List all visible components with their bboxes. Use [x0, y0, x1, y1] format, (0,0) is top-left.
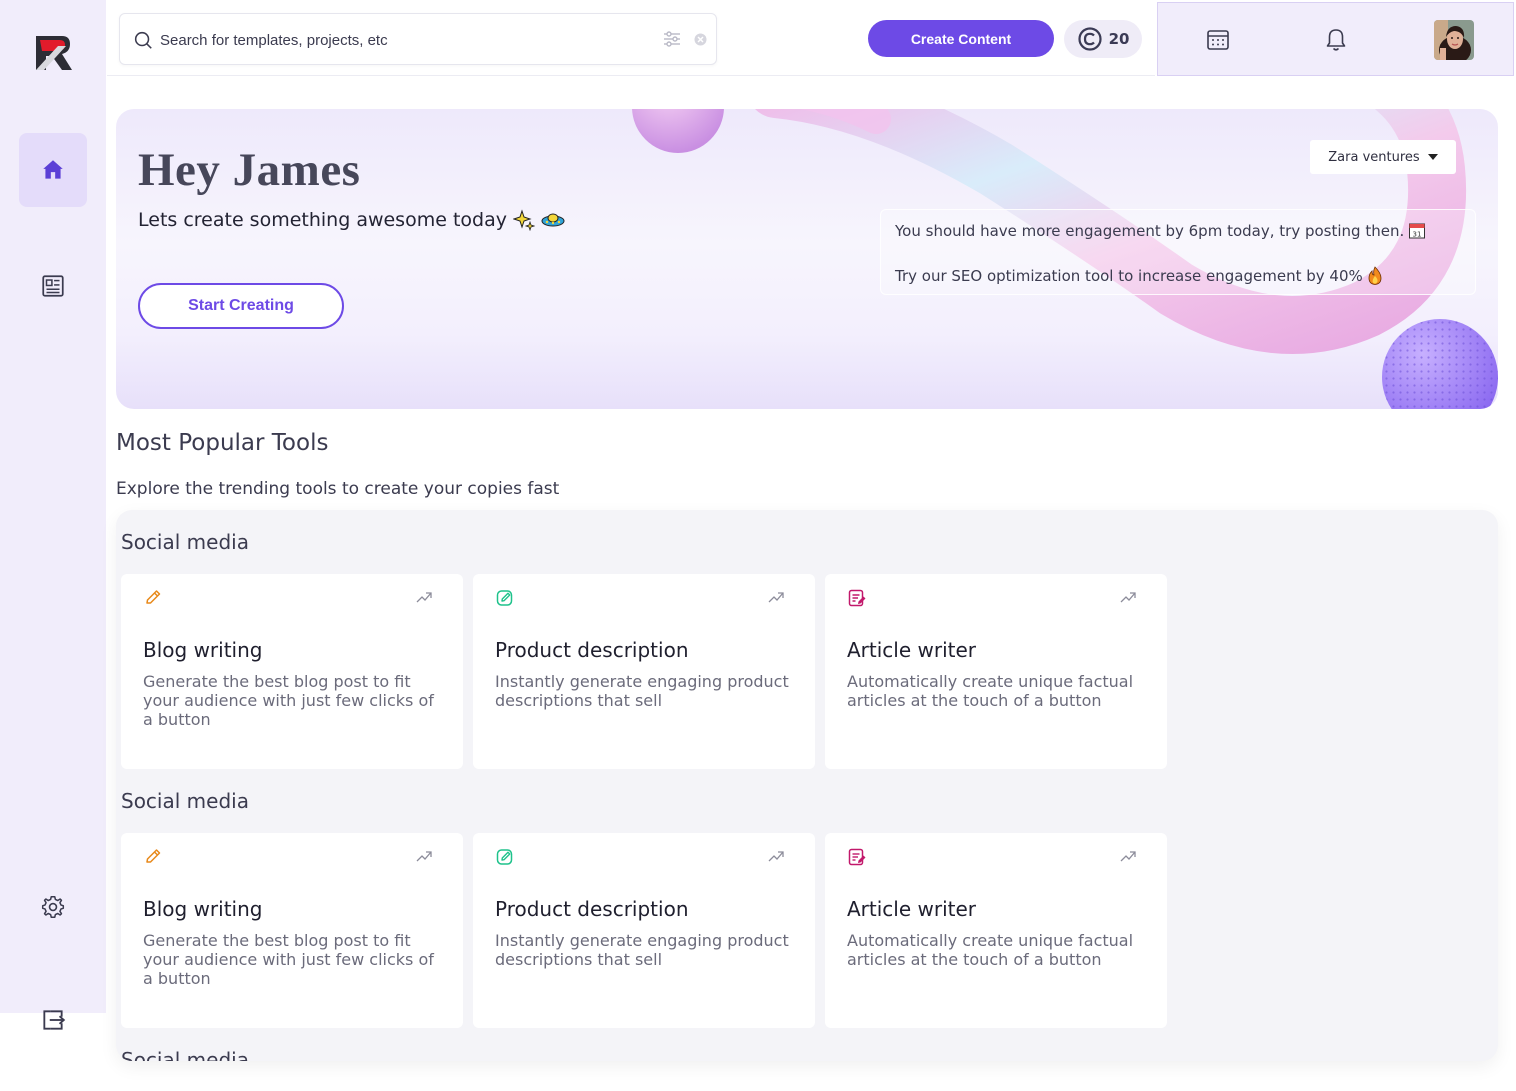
- home-icon: [43, 160, 63, 179]
- tool-card-product-description[interactable]: Product description Instantly generate e…: [473, 833, 815, 1028]
- avatar[interactable]: [1434, 20, 1474, 60]
- tool-card-blog-writing[interactable]: Blog writing Generate the best blog post…: [121, 574, 463, 769]
- edit-square-icon: [496, 849, 513, 865]
- credits-badge[interactable]: 20: [1064, 20, 1142, 58]
- tool-card-product-description[interactable]: Product description Instantly generate e…: [473, 574, 815, 769]
- ufo-icon: [541, 213, 565, 227]
- card-title: Product description: [495, 897, 689, 921]
- gear-icon: [41, 895, 65, 919]
- logout-button[interactable]: [19, 983, 87, 1057]
- document-edit-icon: [848, 589, 866, 607]
- copyright-icon: [1077, 27, 1102, 51]
- fire-icon: [1368, 266, 1382, 285]
- pencil-icon: [146, 590, 161, 604]
- app-logo[interactable]: [32, 32, 74, 74]
- section-subtitle: Explore the trending tools to create you…: [116, 479, 560, 499]
- edit-square-icon: [496, 590, 513, 606]
- workspace-selector[interactable]: Zara ventures: [1310, 140, 1456, 174]
- tool-card-blog-writing[interactable]: Blog writing Generate the best blog post…: [121, 833, 463, 1028]
- logout-icon: [43, 1010, 66, 1030]
- tool-card-article-writer[interactable]: Article writer Automatically create uniq…: [825, 574, 1167, 769]
- tip-text: You should have more engagement by 6pm t…: [895, 222, 1405, 240]
- nav-settings[interactable]: [19, 870, 87, 944]
- clear-icon[interactable]: [694, 33, 707, 46]
- category-title: Social media: [121, 530, 249, 554]
- tip-item: You should have more engagement by 6pm t…: [895, 222, 1426, 240]
- create-content-button[interactable]: Create Content: [868, 20, 1054, 57]
- newspaper-icon: [42, 275, 64, 297]
- pencil-icon: [146, 849, 161, 863]
- category-title: Social media: [121, 789, 249, 813]
- credits-count: 20: [1108, 30, 1130, 48]
- tools-panel: Social media Blog writing Generate the b…: [116, 510, 1498, 1061]
- search-input[interactable]: [160, 28, 640, 52]
- calendar-icon[interactable]: [1205, 27, 1231, 53]
- trending-up-icon: [416, 592, 432, 603]
- svg-text:31: 31: [1413, 231, 1422, 239]
- search-icon: [134, 31, 152, 49]
- hero-banner: Hey James Lets create something awesome …: [116, 109, 1498, 409]
- top-right-actions: [1157, 2, 1514, 76]
- search-box: [119, 13, 717, 65]
- tool-card-article-writer[interactable]: Article writer Automatically create uniq…: [825, 833, 1167, 1028]
- start-creating-button[interactable]: Start Creating: [138, 283, 344, 329]
- card-description: Generate the best blog post to fit your …: [143, 931, 434, 988]
- card-title: Blog writing: [143, 897, 263, 921]
- tip-item: Try our SEO optimization tool to increas…: [895, 266, 1383, 286]
- section-title: Most Popular Tools: [116, 430, 329, 456]
- card-title: Blog writing: [143, 638, 263, 662]
- bell-icon[interactable]: [1323, 27, 1349, 53]
- hero-subtitle-text: Lets create something awesome today: [138, 209, 507, 231]
- workspace-name: Zara ventures: [1328, 149, 1420, 165]
- hero-subtitle: Lets create something awesome today: [138, 209, 565, 231]
- card-title: Article writer: [847, 638, 977, 662]
- trending-up-icon: [1120, 592, 1136, 603]
- calendar-emoji-icon: 31: [1409, 223, 1426, 239]
- trending-up-icon: [768, 592, 784, 603]
- tip-text: Try our SEO optimization tool to increas…: [895, 267, 1363, 285]
- trending-up-icon: [768, 851, 784, 862]
- document-edit-icon: [848, 848, 866, 866]
- caret-down-icon: [1427, 154, 1438, 160]
- nav-templates[interactable]: [19, 249, 87, 323]
- sidebar: [0, 0, 106, 1013]
- card-title: Product description: [495, 638, 689, 662]
- category-title: Social media: [121, 1048, 249, 1061]
- nav-home[interactable]: [19, 133, 87, 207]
- trending-up-icon: [416, 851, 432, 862]
- card-description: Automatically create unique factual arti…: [847, 672, 1134, 710]
- card-description: Instantly generate engaging product desc…: [495, 931, 789, 969]
- card-description: Generate the best blog post to fit your …: [143, 672, 434, 729]
- insights-panel: You should have more engagement by 6pm t…: [880, 209, 1476, 295]
- sparkles-icon: [512, 209, 535, 231]
- card-title: Article writer: [847, 897, 977, 921]
- trending-up-icon: [1120, 851, 1136, 862]
- card-description: Instantly generate engaging product desc…: [495, 672, 789, 710]
- top-bar: Create Content 20: [107, 0, 1155, 76]
- card-description: Automatically create unique factual arti…: [847, 931, 1134, 969]
- greeting-heading: Hey James: [138, 144, 361, 196]
- filter-icon[interactable]: [662, 29, 682, 49]
